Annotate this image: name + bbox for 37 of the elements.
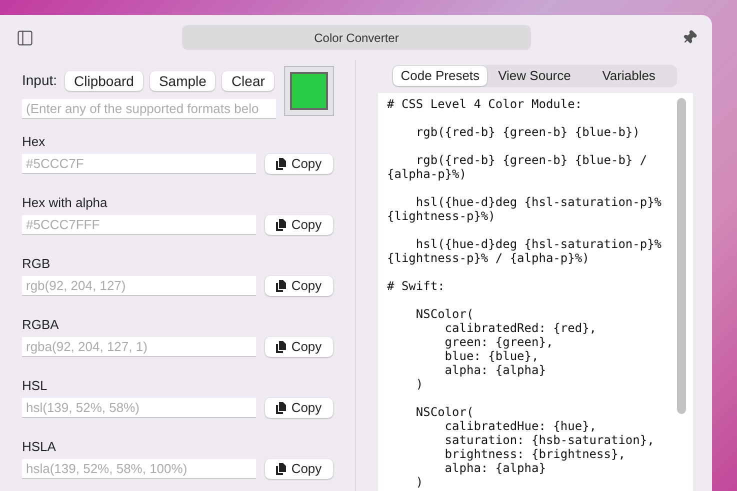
copy-icon xyxy=(276,280,286,292)
copy-button[interactable]: Copy xyxy=(265,276,333,296)
copy-button[interactable]: Copy xyxy=(265,459,333,479)
color-input-field[interactable]: (Enter any of the supported formats belo xyxy=(22,99,276,119)
format-label: RGBA xyxy=(22,317,60,333)
copy-icon xyxy=(276,158,286,170)
copy-button[interactable]: Copy xyxy=(265,337,333,357)
color-swatch[interactable] xyxy=(284,66,334,116)
scrollbar-thumb[interactable] xyxy=(677,98,686,414)
format-field[interactable]: hsl(139, 52%, 58%) xyxy=(22,398,256,418)
format-label: HSL xyxy=(22,378,48,394)
tab[interactable]: View Source xyxy=(487,66,582,86)
format-field[interactable]: rgb(92, 204, 127) xyxy=(22,276,256,296)
format-field[interactable]: rgba(92, 204, 127, 1) xyxy=(22,337,256,357)
copy-button[interactable]: Copy xyxy=(265,398,333,418)
window-title: Color Converter xyxy=(182,25,531,50)
format-field[interactable]: #5CCC7FFF xyxy=(22,215,256,235)
format-label: RGB xyxy=(22,256,52,272)
copy-icon xyxy=(276,341,286,353)
copy-button[interactable]: Copy xyxy=(265,154,333,174)
format-field[interactable]: #5CCC7F xyxy=(22,154,256,174)
format-field[interactable]: hsla(139, 52%, 58%, 100%) xyxy=(22,459,256,479)
input-action-button[interactable]: Clipboard xyxy=(65,70,143,90)
copy-icon xyxy=(276,402,286,414)
input-action-button[interactable]: Clear xyxy=(222,70,274,90)
copy-icon xyxy=(276,219,286,231)
input-action-button[interactable]: Sample xyxy=(150,70,216,90)
format-label: Hex xyxy=(22,134,46,150)
copy-icon xyxy=(276,463,286,475)
format-label: HSLA xyxy=(22,439,57,455)
copy-button[interactable]: Copy xyxy=(265,215,333,235)
input-label: Input: xyxy=(22,71,58,90)
code-text: # CSS Level 4 Color Module: rgb({red-b} {green-b} {blue-b}) rgb({red-b} {green-b} {blue-b} / {alpha-p}%) hsl({hue-d}deg {hsl-saturation-p}% {lightness-p}%) hsl({hue-d}deg {hsl-saturation-p}% {lightness-p}% / {alpha-p}%) # Swift: NSColor( calibratedRed: {red}, green: {green}, blue: {blue}, alpha: {alpha} ) NSColor( calibratedHue: {hue}, saturation: {hsb-saturation}, brightness: {brightness}, alpha: {alpha} ) xyxy=(386,96,663,491)
sidebar-toggle-icon[interactable] xyxy=(16,28,34,46)
format-label: Hex with alpha xyxy=(22,195,108,211)
tab[interactable]: Variables xyxy=(582,66,676,86)
tab[interactable]: Code Presets xyxy=(393,66,488,86)
